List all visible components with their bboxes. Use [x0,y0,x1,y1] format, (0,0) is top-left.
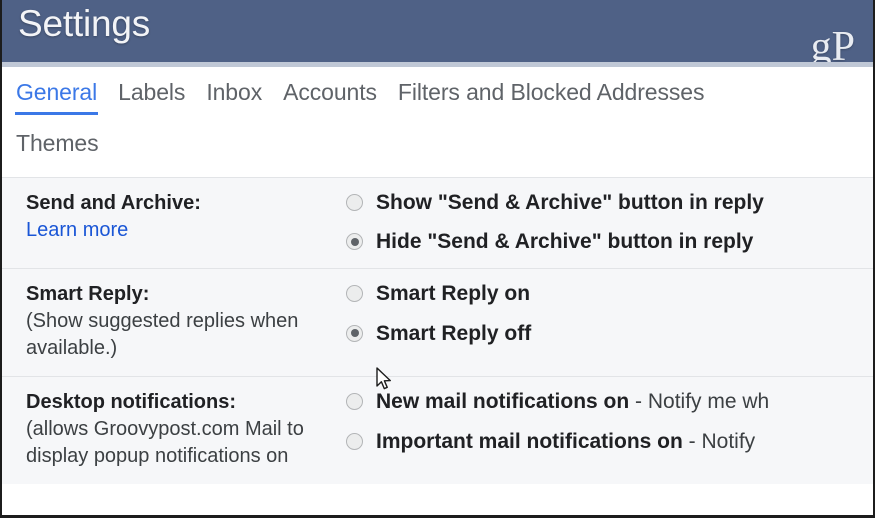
radio-option-label: Smart Reply off [376,321,531,346]
radio-option-label: Show "Send & Archive" button in reply [376,190,764,215]
setting-label-column: Send and Archive: Learn more [2,190,346,244]
radio-option-label-strong: Smart Reply off [376,321,532,345]
radio-button-unselected-icon[interactable] [346,285,363,303]
radio-button-unselected-icon[interactable] [346,393,363,411]
title-bar: Settings gP [2,0,873,62]
setting-row: Desktop notifications: (allows Groovypost… [2,377,873,484]
radio-button-selected-icon[interactable] [346,324,363,342]
radio-option-label: Important mail notifications on - Notify [376,429,755,454]
radio-option-label-strong: Smart Reply on [376,282,531,306]
radio-option-label: Smart Reply on [376,281,530,306]
radio-option[interactable]: Hide "Send & Archive" button in reply [346,229,873,254]
tab-filters-and-blocked-addresses[interactable]: Filters and Blocked Addresses [398,79,705,114]
radio-option[interactable]: Smart Reply on [346,281,873,306]
setting-description: (allows Groovypost.com Mail to display p… [26,418,304,468]
title-bar-underline [2,62,873,67]
setting-row: Send and Archive: Learn more Show "Send & … [2,178,873,270]
radio-option-label-rest: - Notify me wh [629,390,770,414]
radio-option-label-strong: Hide "Send & Archive" button in reply [376,230,754,254]
tab-row-secondary: Themes [2,114,873,161]
setting-label-column: Smart Reply: (Show suggested replies when… [2,281,346,362]
setting-options-column: New mail notifications on - Notify me wh… [346,389,873,453]
setting-options-column: Show "Send & Archive" button in reply Hid… [346,190,873,254]
radio-option[interactable]: Important mail notifications on - Notify [346,429,873,454]
radio-button-unselected-icon[interactable] [346,432,363,450]
settings-window: Settings gP General Labels Inbox Accounts Fi… [0,0,875,518]
radio-option-label-strong: Important mail notifications on [376,429,683,453]
tab-row-primary: General Labels Inbox Accounts Filters and Bl… [2,79,873,115]
radio-option-label: Hide "Send & Archive" button in reply [376,229,753,254]
radio-button-selected-icon[interactable] [346,233,363,251]
setting-options-column: Smart Reply on Smart Reply off [346,281,873,345]
setting-title: Desktop notifications: [26,391,237,414]
radio-option-label-strong: New mail notifications on [376,390,630,414]
radio-option[interactable]: Show "Send & Archive" button in reply [346,190,873,215]
learn-more-link[interactable]: Learn more [26,217,128,244]
radio-option[interactable]: Smart Reply off [346,321,873,346]
tab-labels[interactable]: Labels [118,79,185,114]
setting-description: (Show suggested replies when available.) [26,310,299,360]
setting-row: Smart Reply: (Show suggested replies when… [2,269,873,378]
radio-option-label: New mail notifications on - Notify me wh [376,389,769,414]
tab-accounts[interactable]: Accounts [283,79,377,114]
radio-option[interactable]: New mail notifications on - Notify me wh [346,389,873,414]
tab-general[interactable]: General [14,79,99,115]
radio-option-label-strong: Show "Send & Archive" button in reply [376,191,764,214]
radio-option-label-rest: - Notify [682,429,756,453]
setting-label-column: Desktop notifications: (allows Groovypost… [2,389,346,470]
setting-title: Smart Reply: [26,283,150,306]
radio-button-unselected-icon[interactable] [346,194,363,212]
groovypost-logo-watermark: gP [810,24,855,62]
page-title: Settings [18,3,151,44]
setting-title: Send and Archive: [26,192,201,214]
settings-tab-bar: General Labels Inbox Accounts Filters and Bl… [2,67,873,161]
tab-inbox[interactable]: Inbox [206,79,262,114]
tab-themes[interactable]: Themes [16,130,99,161]
settings-list: Send and Archive: Learn more Show "Send & … [2,177,873,485]
